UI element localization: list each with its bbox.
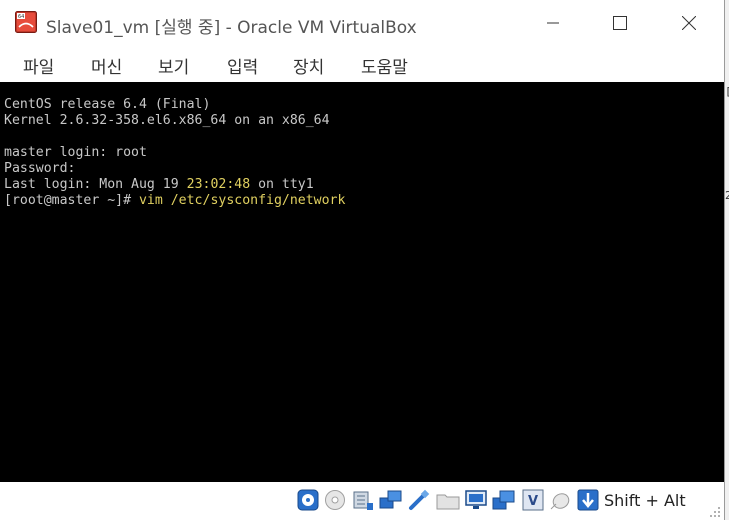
shared-folders-icon[interactable]	[436, 488, 460, 512]
virtualbox-vm-window: 64 Slave01_vm [실행 중] - Oracle VM Virtual…	[0, 0, 725, 520]
last-login-prefix: Last login: Mon Aug 19	[4, 177, 187, 192]
menu-input[interactable]: 입력	[224, 51, 261, 80]
console-output: CentOS release 6.4 (Final) Kernel 2.6.32…	[4, 97, 345, 209]
network-icon[interactable]	[379, 488, 403, 512]
console-line: Kernel 2.6.32-358.el6.x86_64 on an x86_6…	[4, 113, 330, 128]
close-button[interactable]	[666, 0, 712, 46]
menu-view[interactable]: 보기	[155, 51, 192, 80]
last-login-suffix: on tty1	[250, 177, 314, 192]
status-bar: V Shift + Alt	[0, 482, 724, 520]
console-line: master login: root	[4, 145, 147, 160]
menu-bar: 파일 머신 보기 입력 장치 도움말	[0, 46, 724, 82]
minimize-button[interactable]	[530, 0, 576, 46]
resize-grip-icon[interactable]	[708, 504, 722, 518]
video-capture-icon[interactable]	[492, 488, 516, 512]
menu-file[interactable]: 파일	[20, 51, 57, 80]
virtualbox-64-icon: 64	[15, 11, 37, 33]
console-line: CentOS release 6.4 (Final)	[4, 97, 211, 112]
minimize-icon	[547, 22, 559, 24]
optical-drive-icon[interactable]	[323, 488, 347, 512]
background-text-fragment: [	[725, 86, 729, 98]
usb-icon[interactable]	[407, 488, 431, 512]
audio-icon[interactable]	[350, 488, 374, 512]
vm-display[interactable]: CentOS release 6.4 (Final) Kernel 2.6.32…	[0, 82, 724, 482]
last-login-time: 23:02:48	[186, 177, 251, 192]
close-icon	[682, 16, 696, 30]
console-line: Password:	[4, 161, 76, 176]
menu-help[interactable]: 도움말	[358, 51, 411, 80]
menu-machine[interactable]: 머신	[88, 51, 125, 80]
hard-disk-icon[interactable]	[296, 488, 320, 512]
svg-text:64: 64	[18, 14, 24, 20]
shell-prompt: [root@master ~]#	[4, 193, 139, 208]
background-text-fragment: 2	[725, 189, 729, 202]
maximize-button[interactable]	[597, 0, 643, 46]
mouse-integration-icon[interactable]	[548, 488, 572, 512]
title-bar[interactable]: 64 Slave01_vm [실행 중] - Oracle VM Virtual…	[0, 0, 724, 46]
keyboard-capture-icon[interactable]	[576, 488, 600, 512]
host-key-label[interactable]: Shift + Alt	[604, 491, 686, 510]
window-title: Slave01_vm [실행 중] - Oracle VM VirtualBox	[46, 18, 417, 38]
maximize-icon	[613, 16, 627, 30]
svg-text:V: V	[528, 494, 538, 509]
console-line: Last login: Mon Aug 19 23:02:48 on tty1	[4, 177, 314, 192]
display-icon[interactable]	[464, 488, 488, 512]
virtualization-icon[interactable]: V	[521, 488, 545, 512]
typed-command: vim /etc/sysconfig/network	[138, 193, 346, 208]
menu-devices[interactable]: 장치	[290, 51, 327, 80]
